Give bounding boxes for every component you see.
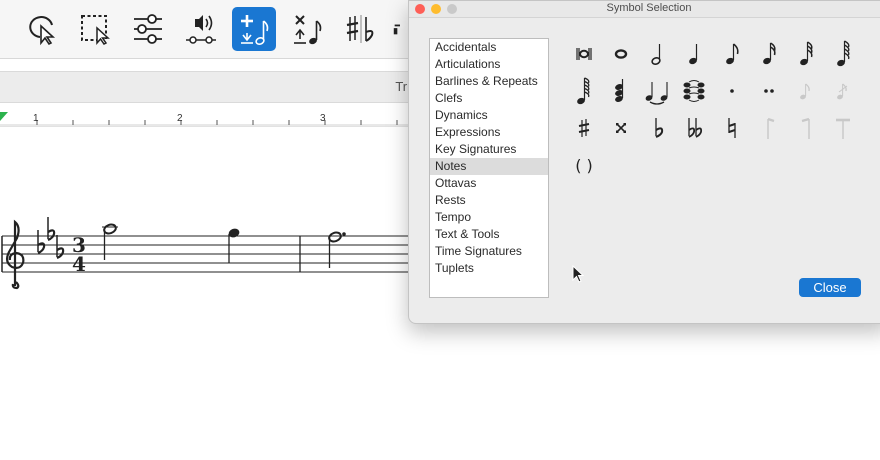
add-note-icon: [241, 15, 269, 45]
category-item-time-signatures[interactable]: Time Signatures: [430, 243, 548, 260]
one-twenty-eighth-note-icon[interactable]: [569, 76, 599, 106]
symbol-selection-dialog: Symbol Selection Accidentals Articulatio…: [408, 0, 880, 324]
quarter-note-icon[interactable]: [680, 39, 710, 69]
grace-note-icon[interactable]: [791, 76, 821, 106]
category-item-text-tools[interactable]: Text & Tools: [430, 226, 548, 243]
double-sharp-icon[interactable]: [606, 113, 636, 143]
chord-cluster-icon[interactable]: [606, 76, 636, 106]
dotted-half-note-icon[interactable]: [328, 231, 346, 268]
select-tool-button[interactable]: [20, 7, 64, 51]
half-note-icon[interactable]: [643, 39, 673, 69]
playback-speaker-icon: [186, 15, 216, 44]
marquee-select-icon: [81, 15, 110, 45]
parentheses-icon[interactable]: ( ): [569, 150, 599, 180]
score-staff[interactable]: 3 4: [0, 200, 420, 310]
sliders-icon: [134, 14, 162, 44]
ruler-mark-2: 2: [177, 113, 183, 124]
category-item-tuplets[interactable]: Tuplets: [430, 260, 548, 277]
sharp-icon[interactable]: [569, 113, 599, 143]
category-item-ottavas[interactable]: Ottavas: [430, 175, 548, 192]
tied-chord-icon[interactable]: [680, 76, 710, 106]
category-item-tempo[interactable]: Tempo: [430, 209, 548, 226]
close-button[interactable]: Close: [799, 278, 861, 297]
category-item-accidentals[interactable]: Accidentals: [430, 39, 548, 56]
playhead-marker[interactable]: [0, 112, 8, 121]
sixty-fourth-note-icon[interactable]: [828, 39, 858, 69]
tied-notes-icon[interactable]: [643, 76, 673, 106]
category-item-barlines-repeats[interactable]: Barlines & Repeats: [430, 73, 548, 90]
delete-note-icon: [294, 15, 322, 45]
flat-icon[interactable]: [643, 113, 673, 143]
symbol-grid: ( ): [565, 37, 865, 197]
dialog-title: Symbol Selection: [606, 2, 692, 14]
sharp-flat-icon: [346, 15, 374, 43]
delete-note-tool-button[interactable]: [285, 7, 329, 51]
ruler-mark-3: 3: [320, 113, 326, 124]
note-icon: [393, 24, 400, 35]
accidentals-tool-button[interactable]: [338, 7, 382, 51]
flag-down-icon[interactable]: [791, 113, 821, 143]
category-item-expressions[interactable]: Expressions: [430, 124, 548, 141]
sixteenth-note-icon[interactable]: [754, 39, 784, 69]
dialog-titlebar[interactable]: Symbol Selection: [409, 1, 880, 18]
treble-clef-icon: [5, 219, 25, 290]
mixer-tool-button[interactable]: [126, 7, 170, 51]
marquee-tool-button[interactable]: [73, 7, 117, 51]
grace-note-slash-icon[interactable]: [828, 76, 858, 106]
playback-tool-button[interactable]: [179, 7, 223, 51]
key-signature-flats-icon: [37, 217, 65, 260]
pointer-lasso-icon: [29, 16, 56, 46]
mouse-cursor-icon: [572, 265, 585, 283]
beam-stub-icon[interactable]: [828, 113, 858, 143]
time-signature-bottom: 4: [72, 252, 86, 276]
whole-note-icon[interactable]: [606, 39, 636, 69]
category-list[interactable]: Accidentals Articulations Barlines & Rep…: [429, 38, 549, 298]
breve-icon[interactable]: [569, 39, 599, 69]
category-item-dynamics[interactable]: Dynamics: [430, 107, 548, 124]
dot-icon[interactable]: [717, 76, 747, 106]
category-item-notes[interactable]: Notes: [430, 158, 548, 175]
natural-icon[interactable]: [717, 113, 747, 143]
ruler-mark-1: 1: [33, 113, 39, 124]
double-flat-icon[interactable]: [680, 113, 710, 143]
flag-up-icon[interactable]: [754, 113, 784, 143]
add-note-tool-button[interactable]: [232, 7, 276, 51]
category-item-rests[interactable]: Rests: [430, 192, 548, 209]
thirty-second-note-icon[interactable]: [791, 39, 821, 69]
category-item-articulations[interactable]: Articulations: [430, 56, 548, 73]
eighth-note-icon[interactable]: [717, 39, 747, 69]
category-item-key-signatures[interactable]: Key Signatures: [430, 141, 548, 158]
notes-tool-button-partial[interactable]: [388, 7, 408, 51]
category-item-clefs[interactable]: Clefs: [430, 90, 548, 107]
double-dot-icon[interactable]: [754, 76, 784, 106]
